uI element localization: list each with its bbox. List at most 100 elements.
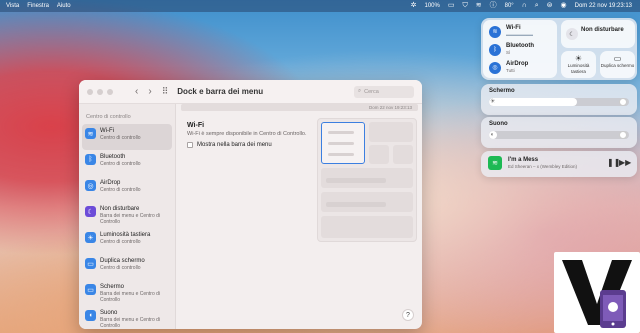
cc-network-tile: ≋ Wi-Fi ▬▬▬▬▬▬ ᛒ Bluetooth Sì ◎ AirDrop …	[483, 20, 557, 78]
speaker-icon: ◖	[85, 310, 96, 321]
control-center-preview	[317, 118, 417, 242]
cc-now-playing-panel: ≋ I'm a Mess Ed Sheeran – x (Wembley Edi…	[481, 151, 637, 177]
traffic-lights	[87, 88, 113, 95]
bluetooth-icon[interactable]: ᛒ	[489, 43, 501, 56]
battery-percentage: 100%	[424, 3, 440, 9]
sidebar-item-sublabel: Centro di controllo	[100, 265, 141, 271]
sun-icon: ☀	[490, 99, 496, 105]
cc-airdrop-row[interactable]: ◎ AirDrop Tutti	[489, 61, 528, 74]
wifi-icon[interactable]: ≋	[489, 25, 501, 38]
brightness-slider[interactable]: ☀	[489, 98, 629, 106]
cc-duplicate-tile[interactable]: ▭ Duplica schermo	[600, 51, 635, 78]
sidebar-item[interactable]: ᛒ Bluetooth Centro di controllo	[82, 150, 172, 176]
cc-dnd-tile[interactable]: ☾ Non disturbare	[561, 20, 635, 48]
watermark-logo	[554, 252, 640, 333]
window-title: Dock e barra dei menu	[177, 87, 264, 96]
spotify-icon[interactable]: ≋	[488, 156, 502, 170]
cc-kb-brightness-tile[interactable]: ☀ Luminosità tastiera	[561, 51, 596, 78]
preview-screen-tile	[321, 168, 413, 188]
sidebar-item[interactable]: ▭ Schermo Barra dei menu e Centro di Contr…	[82, 280, 172, 306]
sidebar-item[interactable]: ◎ AirDrop Centro di controllo	[82, 176, 172, 202]
preview-wifi-group	[321, 122, 365, 164]
cc-screen-panel: Schermo ☀	[481, 84, 637, 115]
sidebar-item[interactable]: ☀ Luminosità tastiera Centro di controllo	[82, 228, 172, 254]
menu-bar: Vista Finestra Aiuto ✲ 100% ▭ ⛉ ≋ ⓘ 80° …	[0, 0, 640, 12]
keyboard-brightness-icon: ☀	[85, 232, 96, 243]
forward-arrow-icon[interactable]: ›	[148, 86, 151, 97]
minimize-button[interactable]	[97, 88, 103, 95]
sidebar: Centro di controllo ≋ Wi-Fi Centro di cont…	[79, 104, 176, 329]
menu-item-aiuto[interactable]: Aiuto	[57, 3, 71, 9]
sidebar-item-sublabel: Centro di controllo	[100, 187, 141, 193]
display-icon: ▭	[613, 54, 622, 63]
cc-wifi-row[interactable]: ≋ Wi-Fi ▬▬▬▬▬▬	[489, 25, 533, 38]
sidebar-item-label: Bluetooth	[100, 154, 126, 160]
logo-graphic	[562, 260, 632, 328]
sidebar-item-label: Schermo	[100, 284, 125, 290]
cc-dup-label: Duplica schermo	[600, 63, 635, 68]
checkbox-label: Mostra nella barra dei menu	[197, 142, 272, 148]
search-placeholder: Cerca	[364, 88, 379, 95]
grid-icon[interactable]: ⠿	[162, 86, 169, 97]
preview-dup-tile	[393, 145, 413, 164]
airdrop-icon: ◎	[85, 180, 96, 191]
search-icon[interactable]: ⌕	[535, 0, 539, 12]
cc-dnd-label: Non disturbare	[581, 27, 624, 33]
gear-icon[interactable]: ✲	[411, 0, 417, 12]
strip-date: Dom 22 nov 19:23:13	[368, 105, 412, 110]
control-center-icon[interactable]: ⊜	[547, 0, 553, 12]
sidebar-item[interactable]: ☾ Non disturbare Barra dei menu e Centro d…	[82, 202, 172, 228]
brightness-slider-fill	[489, 98, 578, 106]
moon-icon: ☾	[566, 28, 578, 40]
menu-item-finestra[interactable]: Finestra	[27, 3, 49, 9]
sidebar-item-label: Duplica schermo	[100, 258, 145, 264]
bluetooth-icon: ᛒ	[85, 154, 96, 165]
preview-music-tile	[321, 216, 413, 238]
cc-airdrop-status: Tutti	[506, 68, 515, 73]
display-icon: ▭	[85, 258, 96, 269]
sidebar-item[interactable]: ◖ Suono Barra dei menu e Centro di Control…	[82, 306, 172, 329]
sidebar-item-sublabel: Barra dei menu e Centro di Controllo	[100, 213, 161, 225]
sidebar-item-sublabel: Centro di controllo	[100, 161, 141, 167]
back-arrow-icon[interactable]: ‹	[135, 86, 138, 97]
help-button[interactable]: ?	[402, 309, 414, 321]
keyboard-brightness-icon: ☀	[574, 54, 583, 63]
airdrop-icon[interactable]: ◎	[489, 61, 501, 74]
preferences-window: ‹ › ⠿ Dock e barra dei menu ⌕ Cerca Cent…	[79, 80, 422, 329]
sidebar-item-label: AirDrop	[100, 180, 121, 186]
preview-sound-tile	[321, 192, 413, 212]
menu-item-vista[interactable]: Vista	[6, 3, 19, 9]
search-icon: ⌕	[358, 88, 362, 94]
close-button[interactable]	[87, 88, 93, 95]
show-in-menubar-checkbox[interactable]: Mostra nella barra dei menu	[187, 142, 272, 148]
track-title: I'm a Mess	[508, 157, 539, 163]
cc-bluetooth-row[interactable]: ᛒ Bluetooth Sì	[489, 43, 534, 56]
battery-icon[interactable]: ▭	[448, 0, 455, 12]
title-bar: ‹ › ⠿ Dock e barra dei menu ⌕ Cerca	[79, 80, 422, 104]
sidebar-item-label: Luminosità tastiera	[100, 232, 151, 238]
search-field[interactable]: ⌕ Cerca	[354, 85, 414, 98]
sidebar-section-header: Centro di controllo	[86, 114, 131, 120]
sidebar-item-sublabel: Centro di controllo	[100, 135, 141, 141]
sidebar-item[interactable]: ▭ Duplica schermo Centro di controllo	[82, 254, 172, 280]
skip-forward-icon[interactable]: ▶▶	[619, 158, 631, 167]
menu-clock[interactable]: Dom 22 nov 19:23:13	[575, 3, 632, 9]
shield-icon[interactable]: ⛉	[462, 0, 467, 12]
option-title: Wi-Fi	[187, 122, 205, 129]
cc-wifi-label: Wi-Fi	[506, 25, 521, 31]
option-description: Wi-Fi è sempre disponibile in Centro di …	[187, 131, 307, 137]
volume-slider[interactable]: ◖	[489, 131, 629, 139]
main-pane: Dom 22 nov 19:23:13 Wi-Fi Wi-Fi è sempre…	[177, 104, 422, 329]
checkbox[interactable]	[187, 142, 193, 148]
info-icon[interactable]: ⓘ	[490, 0, 497, 12]
siri-icon[interactable]: ◉	[561, 0, 567, 12]
brightness-knob[interactable]	[619, 98, 627, 106]
wifi-icon[interactable]: ≋	[476, 0, 482, 12]
cc-wifi-network: ▬▬▬▬▬▬	[506, 32, 533, 37]
headphones-icon[interactable]: ∩	[522, 0, 527, 12]
zoom-button[interactable]	[107, 88, 113, 95]
airplay-icon[interactable]	[619, 131, 627, 139]
cc-airdrop-label: AirDrop	[506, 61, 529, 67]
sidebar-item-sublabel: Barra dei menu e Centro di Controllo	[100, 291, 161, 303]
sidebar-item[interactable]: ≋ Wi-Fi Centro di controllo	[82, 124, 172, 150]
